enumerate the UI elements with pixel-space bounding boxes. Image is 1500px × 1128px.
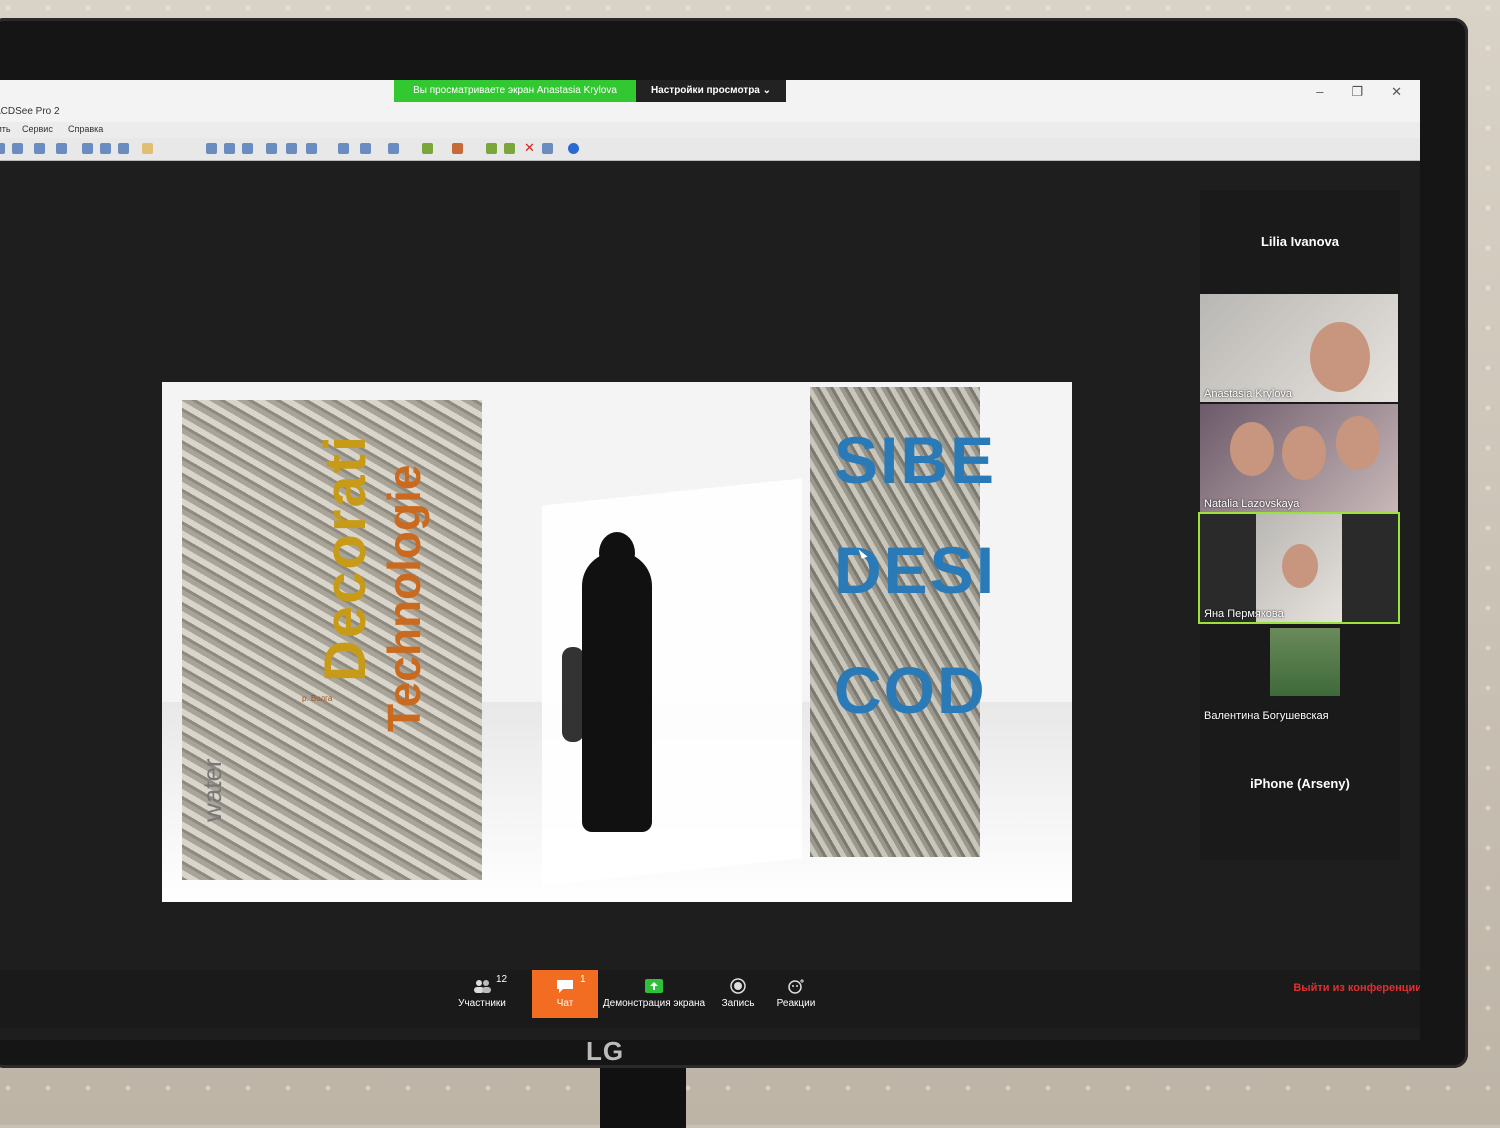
- properties-icon[interactable]: [542, 143, 553, 154]
- participants-count: 12: [496, 974, 508, 985]
- minimize-icon[interactable]: –: [1316, 84, 1323, 100]
- menu-item-help[interactable]: Справка: [68, 124, 103, 134]
- monitor-brand-logo: LG: [586, 1036, 625, 1066]
- chat-icon: [557, 980, 573, 993]
- monitor-stand: [600, 1068, 686, 1128]
- select-icon[interactable]: [142, 143, 153, 154]
- person-silhouette: [582, 552, 652, 832]
- fit-icon-3[interactable]: [242, 143, 253, 154]
- edit-icon[interactable]: [452, 143, 463, 154]
- person-silhouette-small: [562, 647, 584, 742]
- rotate-icon-2[interactable]: [388, 143, 399, 154]
- zoom-out-icon[interactable]: [286, 143, 297, 154]
- participant-tile-active[interactable]: Яна Пермякова: [1198, 512, 1400, 624]
- participant-tile[interactable]: Валентина Богушевская: [1200, 624, 1398, 732]
- participant-name-only[interactable]: iPhone (Arseny): [1200, 776, 1400, 791]
- participant-face: [1230, 422, 1274, 476]
- view-settings-button[interactable]: Настройки просмотра ⌄: [636, 80, 786, 102]
- participants-button[interactable]: 12 Участники: [442, 970, 522, 1018]
- chat-count: 1: [580, 974, 586, 985]
- delete-icon[interactable]: ✕: [524, 140, 535, 156]
- open-icon[interactable]: [0, 143, 5, 154]
- slideshow-icon[interactable]: [422, 143, 433, 154]
- leave-meeting-button[interactable]: Выйти из конференции: [1293, 982, 1420, 994]
- slide-text-water: water: [197, 758, 227, 822]
- chat-button[interactable]: 1 Чат: [532, 970, 598, 1018]
- shared-slide-image: Decorati Technologie water р. Волга SIBE…: [162, 382, 1072, 902]
- prev-icon[interactable]: [486, 143, 497, 154]
- participant-face: [1282, 426, 1326, 480]
- help-icon[interactable]: [568, 143, 579, 154]
- zoom-in-icon[interactable]: [266, 143, 277, 154]
- rotate-icon[interactable]: [360, 143, 371, 154]
- title-strip: Вы просматриваете экран Anastasia Krylov…: [0, 80, 1420, 122]
- slide-text-blue-1: SIBE: [834, 423, 997, 497]
- next-icon[interactable]: [504, 143, 515, 154]
- participant-face: [1282, 544, 1318, 588]
- slide-small-label: р. Волга: [302, 694, 333, 703]
- hand-icon[interactable]: [338, 143, 349, 154]
- reactions-label: Реакции: [776, 998, 816, 1009]
- fit-icon-2[interactable]: [224, 143, 235, 154]
- save-icon[interactable]: [56, 143, 67, 154]
- view-icon[interactable]: [82, 143, 93, 154]
- menu-item-service[interactable]: Сервис: [22, 124, 53, 134]
- share-banner: Вы просматриваете экран Anastasia Krylov…: [394, 80, 636, 102]
- participant-label: Валентина Богушевская: [1204, 710, 1329, 722]
- slide-text-blue-2: DESI: [834, 533, 997, 607]
- participant-gallery: Lilia Ivanova Anastasia Krylova Natalia …: [1198, 190, 1400, 860]
- image-viewer: Decorati Technologie water р. Волга SIBE…: [0, 162, 1195, 942]
- participant-label: Anastasia Krylova: [1204, 388, 1293, 400]
- app-title: ACDSee Pro 2: [0, 106, 60, 117]
- reactions-button[interactable]: Реакции: [756, 970, 836, 1018]
- participant-video: [1270, 628, 1340, 696]
- restore-icon[interactable]: ❐: [1351, 84, 1363, 100]
- record-icon: [730, 978, 746, 994]
- refresh-icon[interactable]: [12, 143, 23, 154]
- record-label: Запись: [721, 998, 755, 1009]
- slide-text-blue-3: COD: [834, 653, 987, 727]
- reactions-icon: [788, 979, 804, 994]
- participant-face: [1336, 416, 1380, 470]
- participant-label: Яна Пермякова: [1204, 608, 1284, 620]
- slide-text-yellow: Decorati: [313, 433, 378, 682]
- fit-icon[interactable]: [206, 143, 217, 154]
- view-icon-3[interactable]: [118, 143, 129, 154]
- chat-label: Чат: [556, 998, 574, 1009]
- participants-label: Участники: [458, 998, 506, 1009]
- view-icon-2[interactable]: [100, 143, 111, 154]
- share-screen-label: Демонстрация экрана: [602, 998, 706, 1009]
- folder-icon[interactable]: [34, 143, 45, 154]
- participant-face: [1310, 322, 1370, 392]
- meeting-controls: 12 Участники 1 Чат Демонстрация экрана З…: [0, 970, 1420, 1028]
- share-screen-button[interactable]: Демонстрация экрана: [600, 970, 708, 1018]
- slide-text-orange: Technologie: [378, 464, 430, 733]
- zoom-icon[interactable]: [306, 143, 317, 154]
- participant-label: Natalia Lazovskaya: [1204, 498, 1300, 510]
- participants-icon: [474, 980, 491, 993]
- participant-tile[interactable]: Anastasia Krylova: [1200, 294, 1398, 402]
- participant-tile[interactable]: Natalia Lazovskaya: [1200, 404, 1398, 512]
- app-toolbar: ✕: [0, 138, 1420, 161]
- close-icon[interactable]: ✕: [1391, 84, 1402, 100]
- screen: Вы просматриваете экран Anastasia Krylov…: [0, 80, 1420, 1040]
- window-controls: – ❐ ✕: [1316, 84, 1402, 100]
- share-screen-icon: [645, 979, 663, 993]
- menu-item-tools[interactable]: чить: [0, 124, 11, 134]
- participant-name-only[interactable]: Lilia Ivanova: [1200, 234, 1400, 249]
- monitor-bezel: Вы просматриваете экран Anastasia Krylov…: [0, 18, 1468, 1068]
- menu-bar: чить Сервис Справка: [0, 122, 1420, 138]
